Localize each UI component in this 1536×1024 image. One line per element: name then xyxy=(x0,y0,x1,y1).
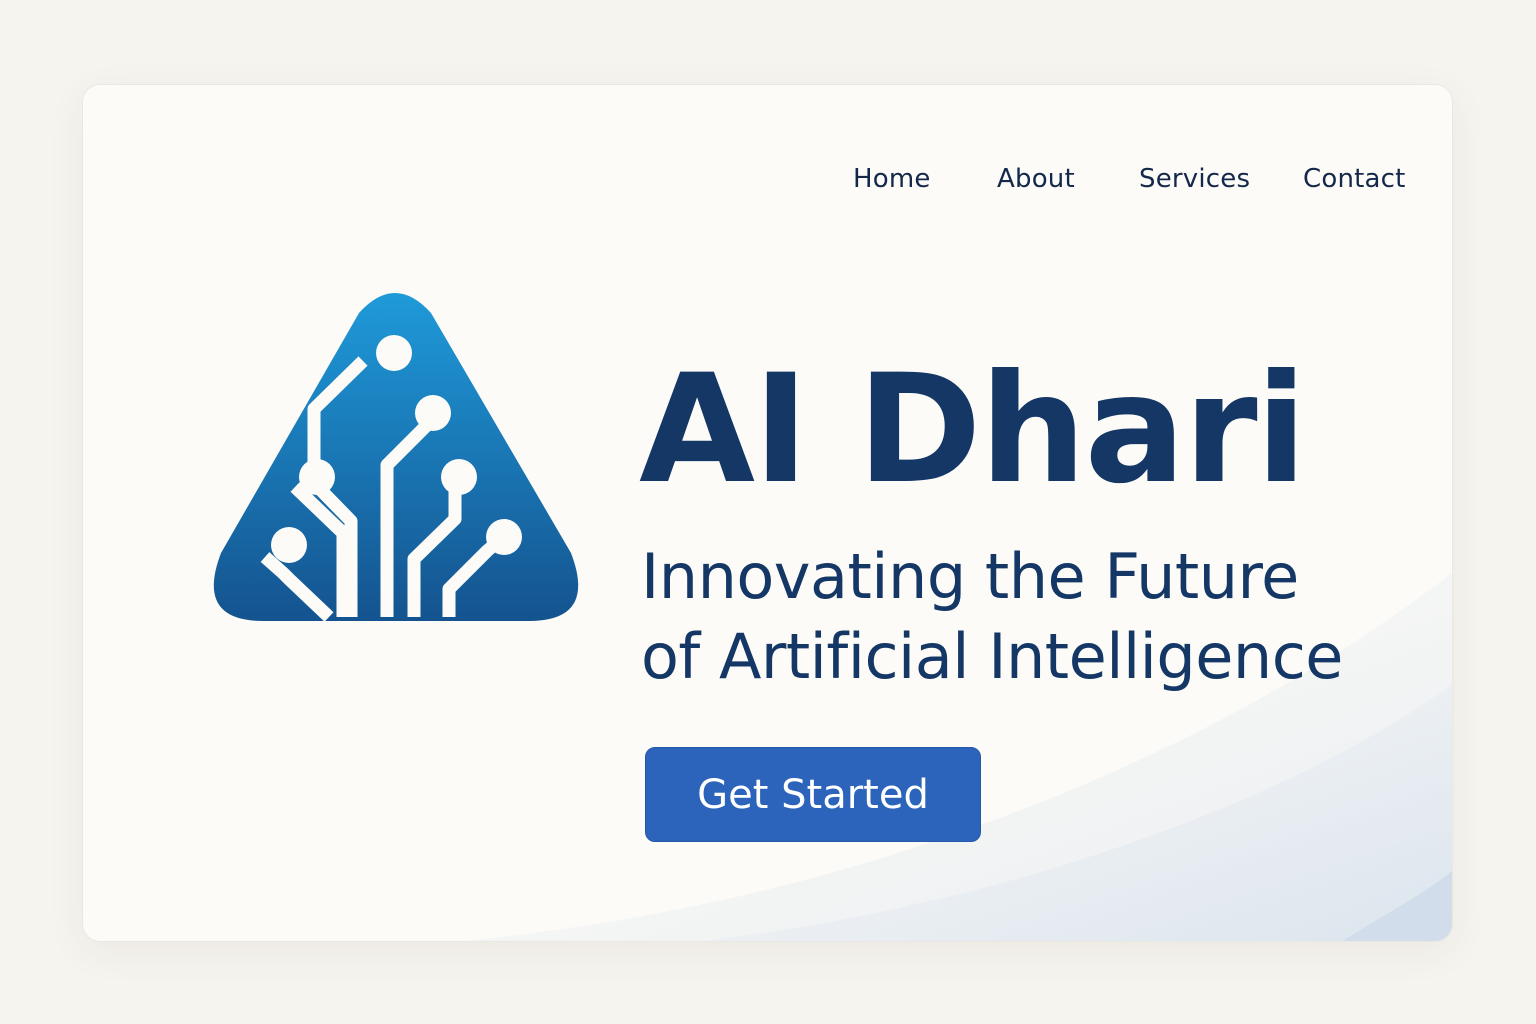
tagline-line-2: of Artificial Intelligence xyxy=(641,620,1343,693)
tagline-line-1: Innovating the Future xyxy=(641,540,1299,613)
nav-home-link[interactable]: Home xyxy=(853,159,931,199)
page: Home About Services Contact AI Dhari Inn… xyxy=(0,0,1536,1024)
circuit-tree-triangle-icon xyxy=(213,293,579,622)
nav-about-link[interactable]: About xyxy=(997,159,1075,199)
top-nav: Home About Services Contact xyxy=(83,159,1452,203)
hero-card: Home About Services Contact AI Dhari Inn… xyxy=(82,84,1453,942)
get-started-button[interactable]: Get Started xyxy=(645,747,981,842)
brand-title: AI Dhari xyxy=(639,343,1307,517)
hero-tagline: Innovating the Future of Artificial Inte… xyxy=(641,537,1401,697)
nav-services-link[interactable]: Services xyxy=(1139,159,1250,199)
nav-contact-link[interactable]: Contact xyxy=(1303,159,1406,199)
